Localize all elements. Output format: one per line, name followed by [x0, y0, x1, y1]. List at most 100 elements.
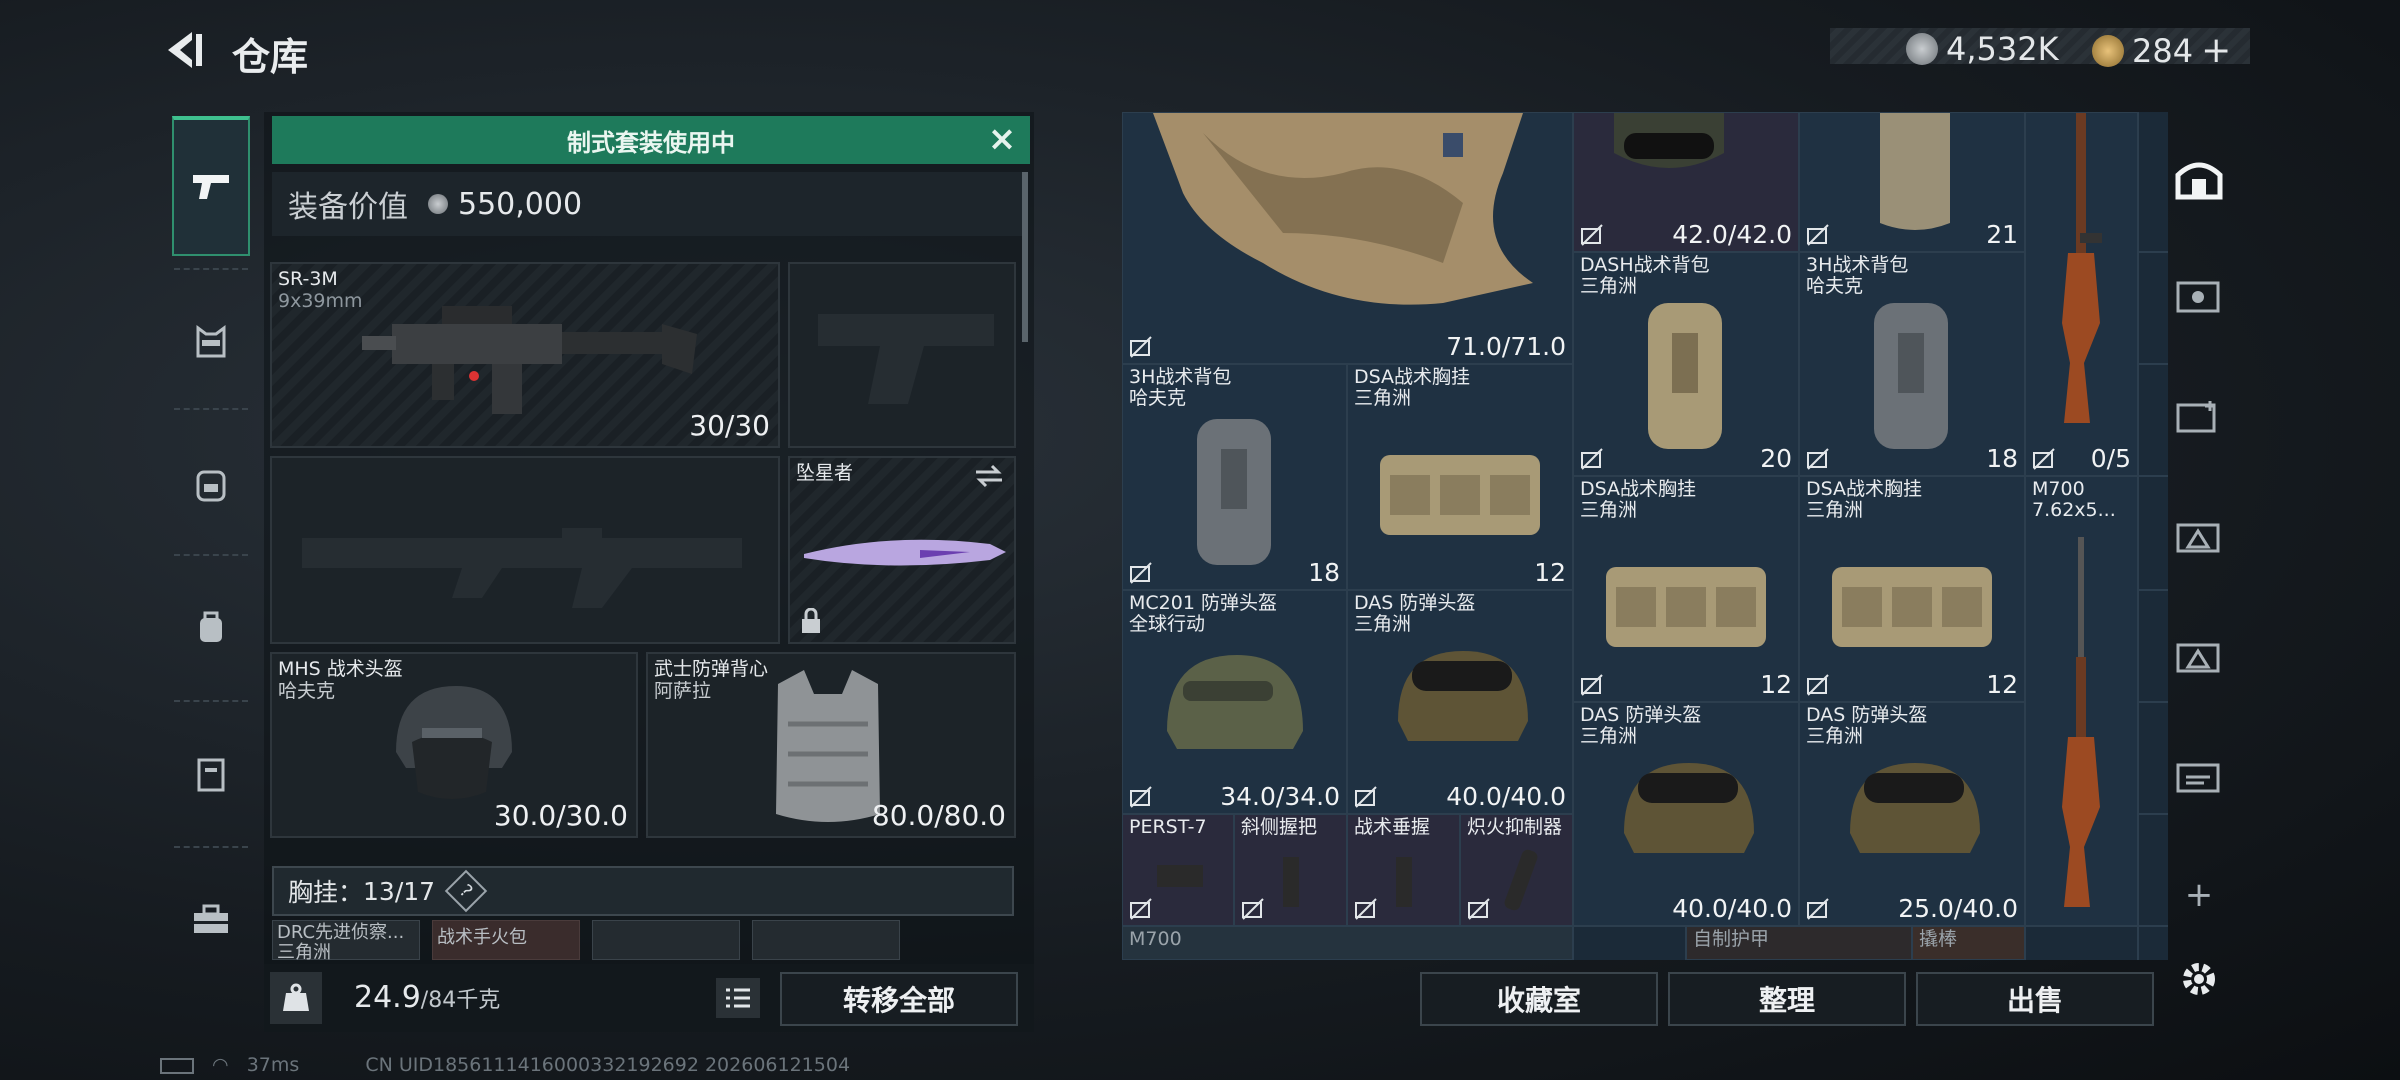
helmet-goggles-image [1398, 651, 1528, 741]
helmet-item[interactable]: DAS 防弹头盔 三角洲 40.0/40.0 [1573, 702, 1799, 926]
list-view-button[interactable] [716, 978, 760, 1018]
transfer-all-button[interactable]: 转移全部 [780, 972, 1018, 1026]
rig-item[interactable]: DRC先进侦察... 三角洲 [272, 920, 420, 960]
nav-backpack[interactable] [172, 414, 250, 554]
bolt-rifle-image [2062, 113, 2102, 423]
no-sell-icon [1581, 224, 1603, 246]
helmet-item[interactable]: DAS 防弹头盔 三角洲 25.0/40.0 [1799, 702, 2025, 926]
vault-icon [2175, 162, 2223, 200]
rifle-image [362, 306, 697, 414]
item-durability: 40.0/40.0 [1446, 782, 1566, 811]
chest-rig-item[interactable]: DSA战术胸挂 三角洲 12 [1799, 476, 2025, 702]
vest-durability: 71.0/71.0 [1446, 332, 1566, 361]
back-button[interactable] [160, 26, 208, 74]
battery-icon [160, 1057, 194, 1074]
helmet-goggles-image [1624, 763, 1754, 853]
attachment-item[interactable]: 战术垂握 [1347, 814, 1460, 926]
rifle-item[interactable]: M700 [1122, 926, 1573, 960]
item-count: 12 [1534, 558, 1566, 587]
secondary-weapon-slot[interactable] [270, 456, 780, 644]
pistol-slot[interactable] [788, 262, 1016, 448]
sell-button[interactable]: 出售 [1916, 972, 2154, 1026]
helmet-item[interactable]: MC201 防弹头盔 全球行动 34.0/34.0 [1122, 590, 1347, 814]
pistol-icon [193, 175, 229, 199]
nav-toolbox[interactable] [172, 850, 250, 990]
chest-rig-item[interactable]: DSA战术胸挂 三角洲 12 [1347, 364, 1573, 590]
tab-storage-home[interactable] [2172, 152, 2226, 206]
storage-tab-icon [2176, 401, 2216, 433]
item-count: 20 [1760, 444, 1792, 473]
primary-weapon-slot[interactable]: SR-3M 9x39mm 30/30 [270, 262, 780, 448]
chest-rig-label: 胸挂： [288, 878, 364, 907]
tab-storage-2[interactable] [2172, 390, 2226, 444]
tab-storage-1[interactable] [2172, 270, 2226, 324]
backpack-item[interactable]: 21 [1799, 112, 2025, 252]
organize-button[interactable]: 整理 [1668, 972, 1906, 1026]
storage-grid: 71.0/71.0 42.0/42.0 21 0/5 DASH战术背包 三角洲 2… [1122, 112, 2168, 960]
armor-item[interactable]: 自制护甲 [1686, 926, 1912, 960]
tab-storage-5[interactable] [2172, 750, 2226, 804]
chest-rig-bar[interactable]: 胸挂： 13/17 ? [272, 866, 1014, 916]
tab-storage-3[interactable] [2172, 510, 2226, 564]
bag-top-count: 21 [1986, 220, 2018, 249]
melee-name: 坠星者 [796, 462, 854, 484]
no-sell-icon [1581, 448, 1603, 470]
rig-item[interactable]: 战术手火包 [432, 920, 580, 960]
helmet-item[interactable]: DAS 防弹头盔 三角洲 40.0/40.0 [1347, 590, 1573, 814]
no-sell-icon [1242, 898, 1264, 920]
nav-case[interactable] [172, 704, 250, 844]
rifle-item[interactable]: 0/5 [2025, 112, 2138, 476]
wifi-icon: ◠ [212, 1054, 229, 1076]
help-icon[interactable]: ? [444, 869, 488, 913]
silver-coin-icon [1906, 33, 1938, 65]
case-icon [197, 758, 225, 792]
grip-image [1396, 857, 1412, 907]
helmet-image [396, 686, 512, 799]
helmet-slot[interactable]: MHS 战术头盔 哈夫克 30.0/30.0 [270, 652, 638, 838]
ping: 37ms [246, 1054, 300, 1076]
rig-item-empty[interactable] [752, 920, 900, 960]
no-sell-icon [1807, 674, 1829, 696]
add-currency-button[interactable]: + [2201, 30, 2231, 71]
no-sell-icon [1130, 336, 1152, 358]
attachment-item[interactable]: 斜侧握把 [1234, 814, 1347, 926]
helmet-item[interactable]: 42.0/42.0 [1573, 112, 1799, 252]
backpack-item[interactable]: 3H战术背包 哈夫克 18 [1122, 364, 1347, 590]
nav-pouch[interactable] [172, 558, 250, 698]
close-icon[interactable]: × [986, 122, 1018, 156]
lock-icon [802, 608, 820, 633]
rig-item-empty[interactable] [592, 920, 740, 960]
item-count: 12 [1760, 670, 1792, 699]
storage-tabs: + [2162, 140, 2234, 1020]
chest-rig-icon [196, 325, 226, 358]
attachment-item[interactable]: PERST-7 [1122, 814, 1234, 926]
no-sell-icon [1807, 898, 1829, 920]
coin-icon [428, 194, 448, 214]
add-tab-icon[interactable]: + [2172, 868, 2226, 922]
swap-icon[interactable] [974, 464, 1004, 488]
nav-weapons[interactable] [172, 116, 250, 256]
bolt-rifle-image [2062, 537, 2100, 907]
crowbar-item[interactable]: 撬棒 [1912, 926, 2025, 960]
backpack-item[interactable]: DASH战术背包 三角洲 20 [1573, 252, 1799, 476]
backpack-item[interactable]: 3H战术背包 哈夫克 18 [1799, 252, 2025, 476]
chest-rig-item[interactable]: DSA战术胸挂 三角洲 12 [1573, 476, 1799, 702]
item-durability: 25.0/40.0 [1898, 894, 2018, 923]
settings-button[interactable] [2172, 952, 2226, 1006]
toolbox-icon [194, 904, 228, 933]
no-sell-icon [1807, 448, 1829, 470]
attachment-item[interactable]: 炽火抑制器 [1460, 814, 1573, 926]
melee-slot[interactable]: 坠星者 [788, 456, 1016, 644]
armor-map: 阿萨拉 [654, 680, 712, 702]
equip-value: 550,000 [458, 186, 583, 222]
rifle-item[interactable]: M700 7.62x5... [2025, 476, 2138, 926]
vest-item[interactable]: 71.0/71.0 [1122, 112, 1573, 364]
scrollbar[interactable] [1022, 172, 1028, 342]
nav-chest-rig[interactable] [172, 272, 250, 412]
tab-storage-4[interactable] [2172, 630, 2226, 684]
back-arrow-icon [168, 32, 202, 68]
armor-slot[interactable]: 武士防弹背心 阿萨拉 80.0/80.0 [646, 652, 1016, 838]
preset-banner: 制式套装使用中 × [272, 116, 1030, 164]
collection-button[interactable]: 收藏室 [1420, 972, 1658, 1026]
no-sell-icon [1355, 898, 1377, 920]
